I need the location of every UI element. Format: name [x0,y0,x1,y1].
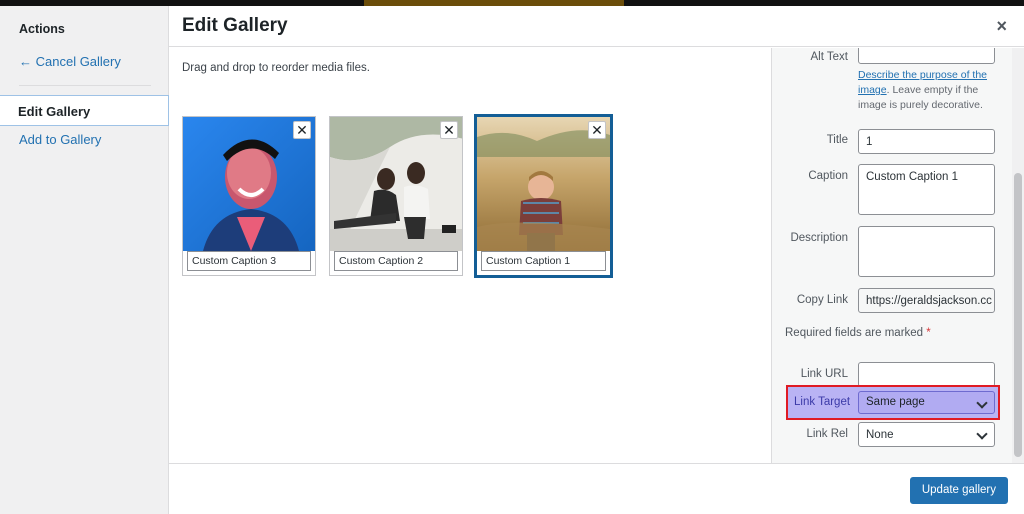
reorder-instructions: Drag and drop to reorder media files. [182,62,370,74]
required-text: Required fields are marked [785,327,927,339]
description-label: Description [790,232,848,244]
sidebar-scrollbar[interactable] [1012,48,1024,463]
close-icon[interactable]: × [996,16,1007,37]
remove-icon[interactable]: ✕ [440,121,458,139]
caption-field[interactable]: Custom Caption 2 [334,251,458,271]
gallery-attachment-selected[interactable]: ✕ Custom Caption 1 [474,114,613,278]
link-rel-label: Link Rel [806,428,848,440]
required-star: * [926,327,931,339]
link-target-value: Same page [866,396,925,408]
gallery-attachment[interactable]: ✕ Custom Caption 2 [329,116,463,276]
add-to-gallery-link[interactable]: Add to Gallery [19,132,101,147]
attachment-details-sidebar: Alt Text Describe the purpose of the ima… [771,48,1024,463]
link-rel-select[interactable]: None [858,422,995,447]
alt-text-help: Describe the purpose of the image. Leave… [858,68,998,113]
required-fields-note: Required fields are marked * [785,327,931,339]
menu-separator [19,85,151,86]
media-menu: Actions ← Cancel Gallery Edit Gallery Ad… [0,6,169,514]
link-target-label: Link Target [794,396,851,408]
chevron-down-icon [976,397,988,409]
gallery-attachment[interactable]: ✕ Custom Caption 3 [182,116,316,276]
chevron-down-icon [976,428,988,440]
remove-icon[interactable]: ✕ [588,121,606,139]
copy-link-label: Copy Link [796,294,848,306]
link-target-select[interactable]: Same page [858,391,995,414]
caption-field[interactable]: Custom Caption 3 [187,251,311,271]
gallery-content: Drag and drop to reorder media files. ✕ … [169,48,771,463]
caption-textarea[interactable]: Custom Caption 1 [858,164,995,215]
caption-label: Caption [808,170,848,182]
menu-item-edit-gallery[interactable]: Edit Gallery [0,95,169,126]
menu-item-label: Edit Gallery [18,104,91,119]
copy-link-input[interactable]: https://geraldsjackson.cc [858,288,995,313]
caption-field[interactable]: Custom Caption 1 [481,251,606,271]
media-modal: Actions ← Cancel Gallery Edit Gallery Ad… [0,6,1024,514]
page-title: Edit Gallery [182,15,288,36]
update-gallery-button[interactable]: Update gallery [909,477,1008,504]
description-textarea[interactable] [858,226,995,277]
cancel-gallery-link[interactable]: ← Cancel Gallery [19,54,121,69]
alt-text-input[interactable] [858,48,995,64]
link-url-input[interactable] [858,362,995,387]
modal-title-bar: Edit Gallery × [169,6,1024,47]
modal-toolbar: Update gallery [169,463,1024,514]
remove-icon[interactable]: ✕ [293,121,311,139]
menu-heading: Actions [19,22,65,36]
link-url-label: Link URL [800,368,848,380]
link-rel-value: None [866,429,894,441]
title-label: Title [826,134,848,146]
link-target-highlight: Link Target Same page [786,385,1000,420]
scrollbar-thumb[interactable] [1014,173,1022,457]
alt-text-label: Alt Text [810,51,849,63]
title-input[interactable]: 1 [858,129,995,154]
